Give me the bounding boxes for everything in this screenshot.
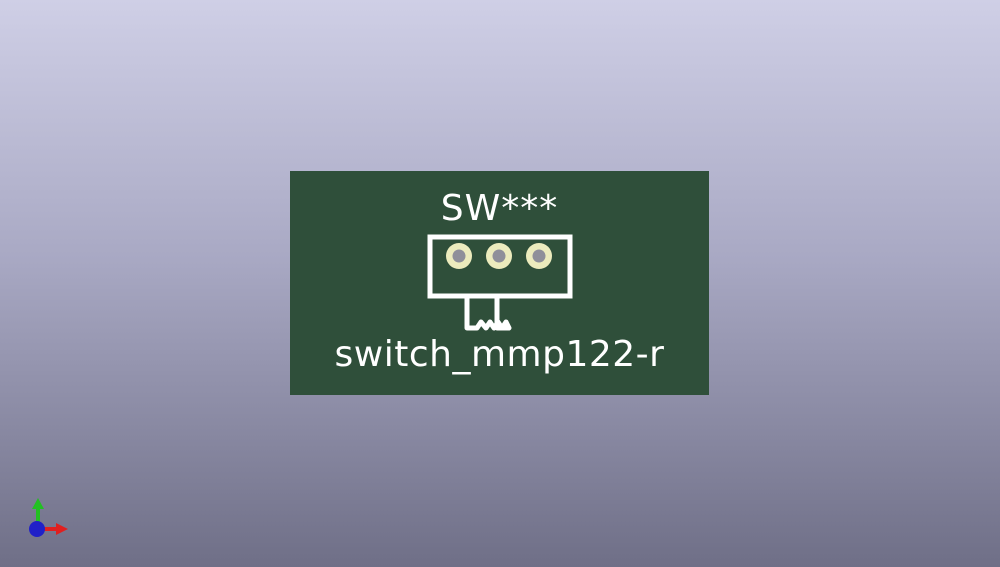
component-value-label: switch_mmp122-r: [334, 334, 665, 375]
through-hole-pad-icon: [526, 243, 552, 269]
through-hole-pad-icon: [446, 243, 472, 269]
3d-axis-gizmo-icon: [29, 498, 68, 537]
pcb-board: SW*** switch_mmp122-r: [290, 171, 709, 395]
actuator-tab-outline: [464, 296, 512, 331]
3d-viewport[interactable]: SW*** switch_mmp122-r: [0, 0, 1000, 567]
through-hole-pad-icon: [486, 243, 512, 269]
